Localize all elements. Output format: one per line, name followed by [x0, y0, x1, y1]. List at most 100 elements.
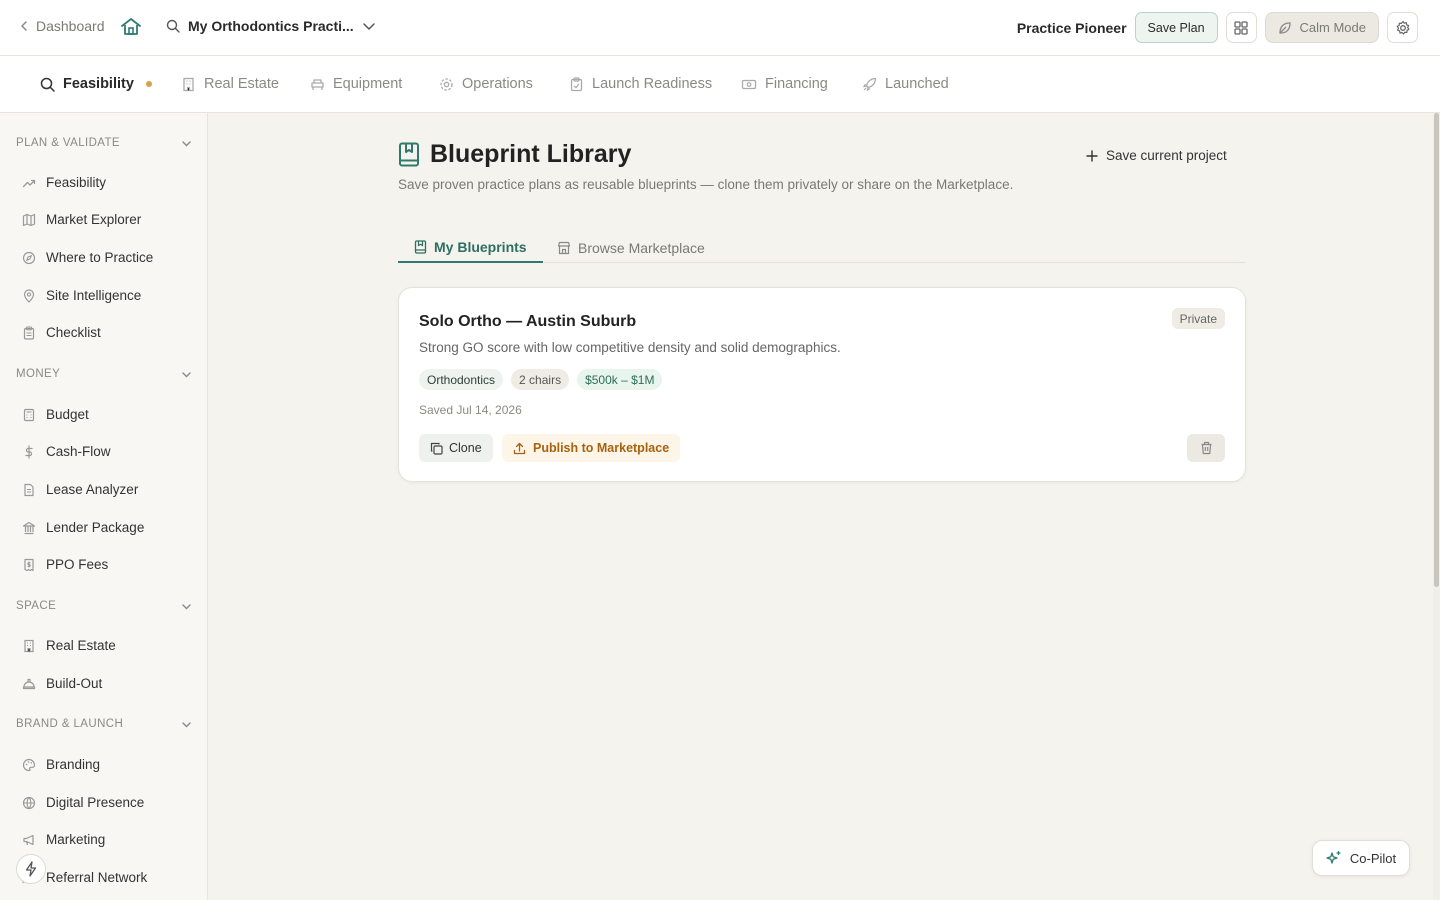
apps-grid-button[interactable] [1225, 12, 1257, 43]
tab-label: Operations [462, 76, 533, 92]
sidebar-item-real-estate[interactable]: Real Estate [22, 638, 116, 653]
gear-icon [1396, 20, 1409, 35]
save-current-label: Save current project [1106, 148, 1227, 163]
tab-launch-readiness[interactable]: Launch Readiness [569, 76, 712, 92]
save-current-project-button[interactable]: Save current project [1086, 148, 1227, 163]
document-icon [24, 483, 34, 496]
upload-icon [513, 442, 526, 454]
sidebar-item-label: PPO Fees [46, 557, 109, 572]
chevron-down-icon [182, 371, 191, 377]
sidebar-item-label: Real Estate [46, 638, 116, 653]
clone-button[interactable]: Clone [419, 434, 493, 462]
tab-feasibility[interactable]: Feasibility [40, 76, 152, 92]
blueprint-card: Solo Ortho — Austin Suburb Private Stron… [398, 287, 1246, 482]
sparkles-icon [1326, 850, 1341, 864]
megaphone-icon [23, 834, 34, 845]
top-bar: Dashboard My Orthodontics Practi... Prac… [0, 0, 1440, 56]
clipboard-icon [570, 76, 583, 91]
sidebar-item-label: Budget [46, 407, 89, 422]
tab-equipment[interactable]: Equipment [310, 76, 402, 92]
sidebar-item-checklist[interactable]: Checklist [22, 325, 101, 340]
calm-mode-label: Calm Mode [1299, 20, 1366, 35]
plus-icon [1086, 149, 1098, 162]
globe-icon [22, 796, 36, 809]
sidebar-item-cash-flow[interactable]: Cash-Flow [22, 444, 111, 459]
status-dot [145, 81, 152, 87]
chevron-down-icon [182, 603, 191, 609]
search-icon [166, 19, 180, 33]
home-icon[interactable] [120, 17, 142, 42]
sidebar-item-feasibility[interactable]: Feasibility [22, 175, 106, 190]
tab-browse-marketplace[interactable]: Browse Marketplace [557, 232, 705, 263]
page-title: Blueprint Library [430, 140, 632, 168]
sidebar-section-space[interactable]: SPACE [16, 600, 192, 612]
sidebar-item-label: Digital Presence [46, 795, 145, 810]
sidebar-item-digital-presence[interactable]: Digital Presence [22, 795, 144, 810]
trending-up-icon [22, 179, 36, 187]
clone-label: Clone [449, 441, 482, 455]
tab-my-blueprints[interactable]: My Blueprints [398, 232, 543, 263]
blueprint-tags: Orthodontics 2 chairs $500k – $1M [419, 369, 663, 390]
store-icon [557, 241, 571, 254]
back-to-dashboard-link[interactable]: Dashboard [18, 18, 105, 34]
clipboard-icon [23, 325, 35, 340]
sidebar-item-branding[interactable]: Branding [22, 757, 100, 772]
sidebar-item-label: Cash-Flow [46, 444, 111, 459]
book-icon [414, 239, 427, 254]
scrollbar-thumb[interactable] [1434, 113, 1439, 587]
settings-button[interactable] [1387, 12, 1418, 43]
sidebar-item-label: Branding [46, 757, 101, 772]
tab-label: Real Estate [204, 76, 279, 92]
compass-icon [22, 251, 36, 264]
section-title: PLAN & VALIDATE [16, 137, 120, 149]
search-icon [40, 77, 55, 92]
tab-financing[interactable]: Financing [741, 76, 828, 92]
visibility-badge: Private [1171, 308, 1225, 329]
sidebar-item-lender-package[interactable]: Lender Package [22, 520, 144, 535]
publish-label: Publish to Marketplace [533, 441, 670, 455]
sidebar-section-plan-validate[interactable]: PLAN & VALIDATE [16, 137, 192, 149]
section-title: BRAND & LAUNCH [16, 718, 124, 730]
sidebar-item-market-explorer[interactable]: Market Explorer [22, 212, 141, 227]
gear-icon [440, 77, 453, 91]
stage-tabs: Feasibility Real Estate Equipment Operat… [0, 56, 1440, 113]
co-pilot-button[interactable]: Co-Pilot [1312, 840, 1410, 876]
sidebar-item-lease-analyzer[interactable]: Lease Analyzer [22, 482, 138, 497]
tag-budget-range: $500k – $1M [577, 369, 663, 390]
hard-hat-icon [22, 678, 36, 689]
tab-operations[interactable]: Operations [439, 76, 533, 92]
page-subtitle: Save proven practice plans as reusable b… [398, 177, 1014, 192]
sidebar-item-site-intelligence[interactable]: Site Intelligence [22, 288, 141, 303]
building-icon [24, 639, 34, 652]
blueprint-title: Solo Ortho — Austin Suburb [419, 313, 637, 330]
tab-label: Equipment [333, 76, 403, 92]
receipt-icon [24, 558, 34, 571]
tag-specialty: Orthodontics [419, 369, 504, 390]
delete-blueprint-button[interactable] [1187, 434, 1225, 462]
save-plan-button[interactable]: Save Plan [1134, 12, 1218, 43]
leaf-icon [1278, 21, 1291, 34]
calm-mode-toggle[interactable]: Calm Mode [1264, 12, 1379, 43]
sidebar-section-brand-launch[interactable]: BRAND & LAUNCH [16, 718, 192, 730]
page-header: Blueprint Library [398, 140, 631, 169]
project-switcher[interactable]: My Orthodontics Practi... [166, 18, 376, 34]
banknote-icon [741, 79, 757, 89]
sidebar-item-ppo-fees[interactable]: PPO Fees [22, 557, 108, 572]
sidebar-item-label: Marketing [46, 832, 106, 847]
quick-action-button[interactable] [16, 854, 46, 884]
copy-icon [430, 442, 443, 455]
sidebar-item-budget[interactable]: Budget [22, 407, 89, 422]
sidebar-item-marketing[interactable]: Marketing [22, 832, 105, 847]
co-pilot-label: Co-Pilot [1349, 850, 1397, 866]
project-name: My Orthodontics Practi... [188, 18, 354, 34]
section-title: MONEY [16, 368, 61, 380]
sidebar-item-where-to-practice[interactable]: Where to Practice [22, 250, 153, 265]
tab-real-estate[interactable]: Real Estate [181, 76, 279, 92]
sidebar-section-money[interactable]: MONEY [16, 368, 192, 380]
bank-icon [22, 521, 36, 534]
sidebar-item-build-out[interactable]: Build-Out [22, 676, 102, 691]
calculator-icon [23, 408, 35, 421]
publish-to-marketplace-button[interactable]: Publish to Marketplace [502, 434, 681, 462]
sidebar-item-label: Site Intelligence [46, 288, 142, 303]
tab-launched[interactable]: Launched [862, 76, 949, 92]
